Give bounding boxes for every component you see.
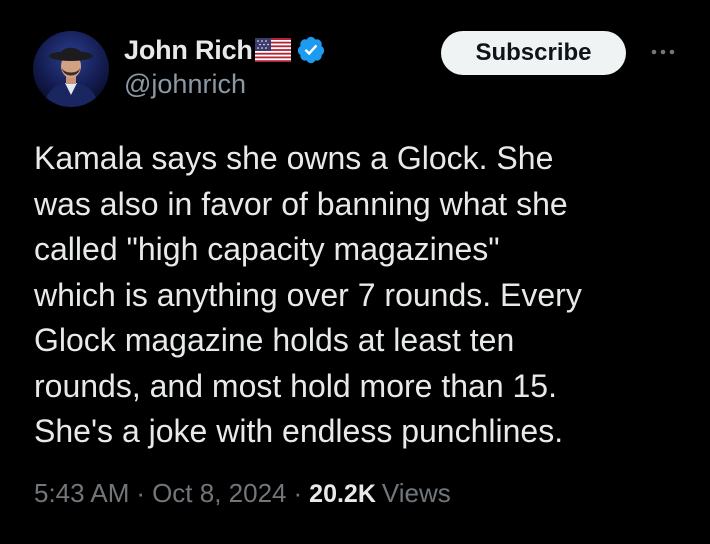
- tweet-time[interactable]: 5:43 AM: [34, 478, 129, 509]
- avatar[interactable]: [33, 31, 109, 107]
- tweet-meta: 5:43 AM · Oct 8, 2024 · 20.2K Views: [34, 478, 451, 509]
- us-flag-icon: [254, 38, 291, 62]
- subscribe-button[interactable]: Subscribe: [441, 31, 626, 75]
- views-count: 20.2K: [309, 480, 376, 508]
- name-row: John Rich: [124, 33, 326, 67]
- meta-separator: ·: [293, 478, 303, 508]
- verified-badge-icon[interactable]: [296, 35, 326, 65]
- display-name[interactable]: John Rich: [124, 35, 253, 66]
- avatar-image: [33, 31, 109, 107]
- handle[interactable]: @johnrich: [124, 69, 326, 100]
- tweet-date[interactable]: Oct 8, 2024: [152, 478, 286, 509]
- views-label: Views: [381, 478, 451, 508]
- meta-separator: ·: [136, 478, 146, 508]
- tweet[interactable]: John Rich @johnrich Subscribe Kamala say…: [0, 0, 710, 544]
- tweet-text: Kamala says she owns a Glock. She was al…: [34, 140, 582, 449]
- author-info: John Rich @johnrich: [124, 33, 326, 100]
- more-options-icon[interactable]: [645, 40, 681, 64]
